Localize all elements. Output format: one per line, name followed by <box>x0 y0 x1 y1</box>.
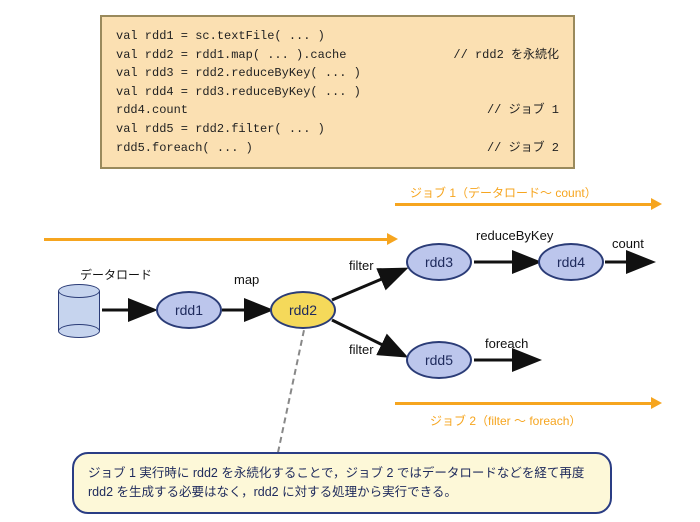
node-rdd2: rdd2 <box>270 291 336 329</box>
explanation-box: ジョブ 1 実行時に rdd2 を永続化することで，ジョブ 2 ではデータロード… <box>72 452 612 514</box>
node-rdd1: rdd1 <box>156 291 222 329</box>
label-map: map <box>234 272 259 287</box>
label-filter-bot: filter <box>349 342 374 357</box>
node-rdd3: rdd3 <box>406 243 472 281</box>
label-filter-top: filter <box>349 258 374 273</box>
label-data-load: データロード <box>80 266 152 283</box>
data-source-cylinder <box>58 284 100 332</box>
job2-label: ジョブ 2（filter ～ foreach） <box>430 412 581 429</box>
code-block: val rdd1 = sc.textFile( ... )val rdd2 = … <box>100 15 575 169</box>
dag-diagram: ジョブ 1（データロード～ count） データロード map filter f… <box>0 180 700 460</box>
node-rdd5: rdd5 <box>406 341 472 379</box>
job2-arrow <box>395 402 653 405</box>
arrows <box>0 180 700 460</box>
node-rdd4: rdd4 <box>538 243 604 281</box>
label-count: count <box>612 236 644 251</box>
label-reducebykey: reduceByKey <box>476 228 553 243</box>
label-foreach: foreach <box>485 336 528 351</box>
